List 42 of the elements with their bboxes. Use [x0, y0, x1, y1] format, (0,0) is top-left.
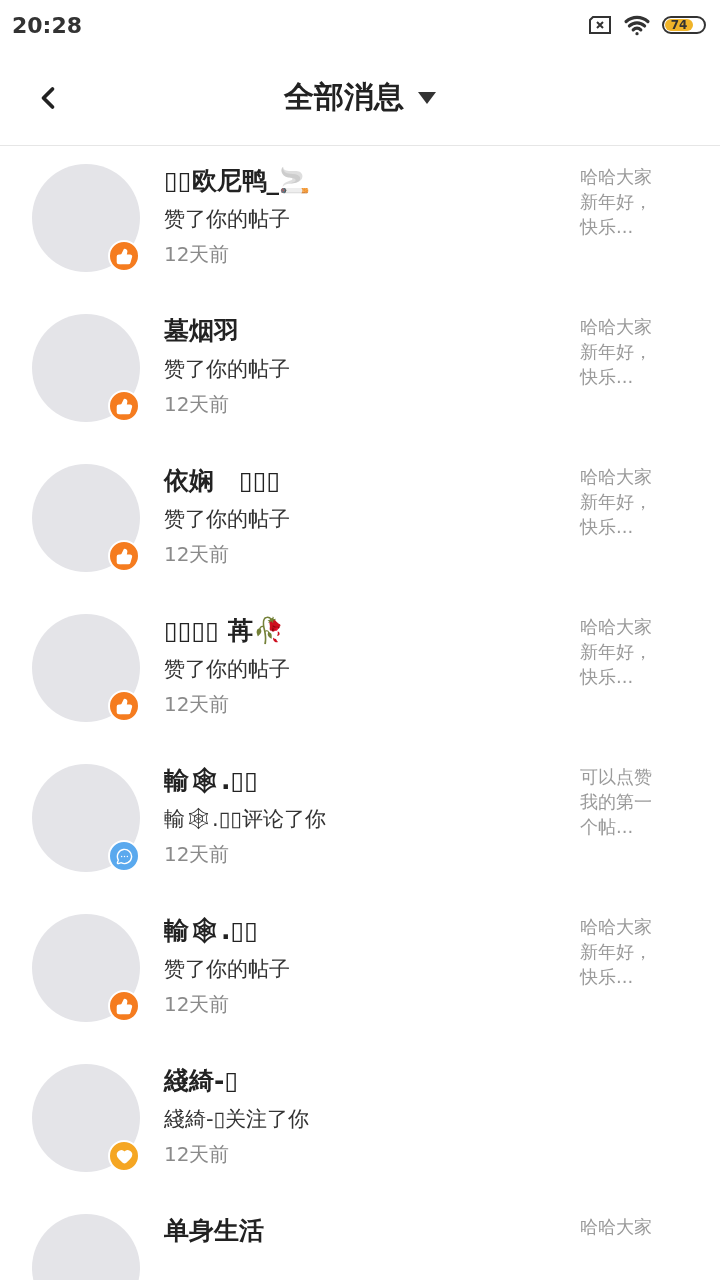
- message-text: 赞了你的帖子: [164, 356, 291, 383]
- message-time: 12天前: [164, 1141, 231, 1168]
- caret-icon: [418, 91, 436, 104]
- message-time: 12天前: [164, 391, 231, 418]
- user-name: 綫綺-▯: [164, 1065, 240, 1097]
- message-filter-dropdown[interactable]: 全部消息: [284, 77, 436, 118]
- user-name: 单身生活: [164, 1215, 265, 1247]
- message-time: 12天前: [164, 691, 231, 718]
- message-text: 赞了你的帖子: [164, 656, 291, 683]
- message-text: 輸🕸.▯▯评论了你: [164, 806, 327, 833]
- message-time: 12天前: [164, 841, 231, 868]
- message-text: 赞了你的帖子: [164, 506, 291, 533]
- user-name: ▯▯欧尼鸭_🚬: [164, 165, 311, 197]
- user-name: 墓烟羽: [164, 315, 240, 347]
- status-time: 20:28: [12, 12, 83, 38]
- user-name: 依娴 ▯▯▯: [164, 465, 282, 497]
- post-preview: 可以点赞我的第一个帖...: [580, 765, 653, 839]
- user-name: 輸🕸.▯▯: [164, 915, 259, 947]
- message-time: 12天前: [164, 541, 231, 568]
- post-preview: 哈哈大家新年好，快乐...: [580, 315, 653, 389]
- message-row[interactable]: ▯▯▯▯ 苒🥀 赞了你的帖子 12天前 哈哈大家新年好，快乐...: [0, 596, 720, 746]
- post-preview: 哈哈大家新年好，快乐...: [580, 615, 653, 689]
- message-row[interactable]: 单身生活 哈哈大家: [0, 1196, 720, 1280]
- post-preview: 哈哈大家: [580, 1215, 653, 1239]
- post-preview: 哈哈大家新年好，快乐...: [580, 165, 653, 239]
- message-row[interactable]: 墓烟羽 赞了你的帖子 12天前 哈哈大家新年好，快乐...: [0, 296, 720, 446]
- message-row[interactable]: 輸🕸.▯▯ 輸🕸.▯▯评论了你 12天前 可以点赞我的第一个帖...: [0, 746, 720, 896]
- message-text: 赞了你的帖子: [164, 206, 291, 233]
- battery-icon: 74: [662, 16, 706, 34]
- message-text: 綫綺-▯关注了你: [164, 1106, 311, 1133]
- post-preview: 哈哈大家新年好，快乐...: [580, 465, 653, 539]
- user-name: 輸🕸.▯▯: [164, 765, 259, 797]
- post-preview: 哈哈大家新年好，快乐...: [580, 915, 653, 989]
- user-name: ▯▯▯▯ 苒🥀: [164, 615, 285, 647]
- message-row[interactable]: 輸🕸.▯▯ 赞了你的帖子 12天前 哈哈大家新年好，快乐...: [0, 896, 720, 1046]
- message-time: 12天前: [164, 241, 231, 268]
- message-row[interactable]: ▯▯欧尼鸭_🚬 赞了你的帖子 12天前 哈哈大家新年好，快乐...: [0, 146, 720, 296]
- message-time: 12天前: [164, 991, 231, 1018]
- sim-card-off-icon: [588, 16, 612, 34]
- message-row[interactable]: 依娴 ▯▯▯ 赞了你的帖子 12天前 哈哈大家新年好，快乐...: [0, 446, 720, 596]
- message-row[interactable]: 綫綺-▯ 綫綺-▯关注了你 12天前: [0, 1046, 720, 1196]
- message-text: 赞了你的帖子: [164, 956, 291, 983]
